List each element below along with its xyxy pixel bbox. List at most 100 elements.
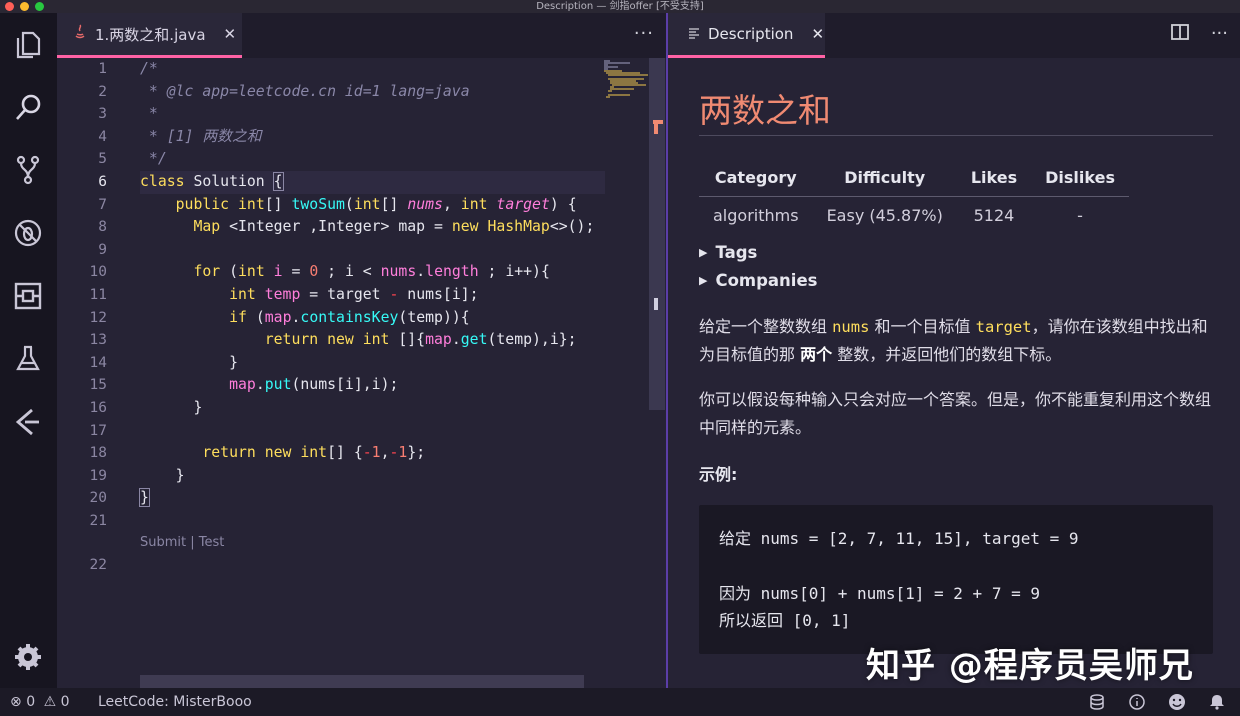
code-token: public bbox=[175, 195, 238, 213]
tab-description[interactable]: Description ✕ bbox=[668, 13, 825, 58]
smiley-icon[interactable] bbox=[1168, 693, 1186, 711]
code-line[interactable]: map.put(nums[i],i); bbox=[140, 374, 398, 397]
files-icon[interactable] bbox=[8, 25, 48, 65]
window-controls bbox=[5, 2, 44, 11]
zoom-window-button[interactable] bbox=[35, 2, 44, 11]
line-number: 16 bbox=[89, 400, 107, 416]
problems-indicator[interactable]: ⊗ 0 ⚠ 0 bbox=[10, 694, 70, 710]
codelens-submit-test[interactable]: Submit | Test bbox=[140, 535, 224, 550]
watermark: 知乎 @程序员吴师兄 bbox=[866, 646, 1194, 686]
code-token: put bbox=[264, 376, 292, 394]
code-line[interactable]: * @lc app=leetcode.cn id=1 lang=java bbox=[140, 81, 470, 104]
status-bar: ⊗ 0 ⚠ 0 LeetCode: MisterBooo bbox=[0, 688, 1240, 716]
bell-icon[interactable] bbox=[1208, 693, 1226, 711]
line-number: 19 bbox=[89, 467, 107, 484]
info-icon[interactable] bbox=[1128, 693, 1146, 711]
split-editor-icon[interactable] bbox=[1170, 23, 1189, 46]
vertical-scrollbar[interactable] bbox=[649, 58, 665, 410]
close-tab-button[interactable]: ✕ bbox=[811, 25, 824, 43]
code-token: ) { bbox=[549, 195, 577, 213]
table-row: algorithms Easy (45.87%) 5124 - bbox=[699, 197, 1129, 235]
database-icon[interactable] bbox=[1088, 693, 1106, 711]
code-line[interactable]: for (int i = 0 ; i < nums.length ; i++){ bbox=[140, 261, 550, 284]
code-line[interactable]: class Solution { bbox=[140, 171, 284, 194]
leetcode-icon[interactable] bbox=[8, 402, 48, 442]
code-line[interactable]: Map <Integer ,Integer> map = new HashMap… bbox=[140, 216, 594, 239]
code-token: map bbox=[425, 331, 452, 349]
problem-title: 两数之和 bbox=[699, 91, 831, 130]
source-control-icon[interactable] bbox=[8, 150, 48, 190]
code-token: [] { bbox=[327, 444, 363, 462]
code-line[interactable]: return new int []{map.get(temp),i}; bbox=[140, 329, 577, 352]
code-line[interactable]: } bbox=[140, 352, 238, 375]
code-token: map bbox=[264, 308, 292, 326]
code-line[interactable]: } bbox=[140, 465, 185, 488]
code-token: twoSum bbox=[291, 195, 345, 213]
table-header: Dislikes bbox=[1031, 159, 1129, 197]
test-flask-icon[interactable] bbox=[8, 339, 48, 379]
code-token: int bbox=[362, 331, 399, 349]
debug-icon[interactable] bbox=[8, 213, 48, 253]
code-token: } bbox=[140, 353, 238, 371]
line-number: 14 bbox=[89, 354, 107, 371]
code-token: } bbox=[140, 466, 185, 484]
code-editor[interactable]: 1 2 3 4 5 6 7 8 9 10 11 12 13 14 15 16 17 18 19 20 21 /* * @… bbox=[57, 58, 666, 688]
code-line[interactable]: */ bbox=[140, 148, 167, 171]
horizontal-scrollbar[interactable] bbox=[140, 675, 584, 688]
code-token: (temp)){ bbox=[398, 308, 470, 326]
error-icon: ⊗ bbox=[10, 694, 22, 710]
code-token: 1 bbox=[398, 444, 408, 462]
code-line[interactable]: } bbox=[139, 487, 150, 510]
code-token: - bbox=[362, 444, 372, 462]
text: 和一个目标值 bbox=[869, 317, 976, 336]
preview-actions: ··· bbox=[1170, 23, 1228, 46]
close-tab-button[interactable]: ✕ bbox=[224, 25, 237, 43]
code-token: int bbox=[229, 286, 265, 303]
gear-icon[interactable] bbox=[8, 637, 48, 677]
java-icon bbox=[73, 24, 87, 44]
code-token: = bbox=[282, 263, 310, 281]
tags-toggle[interactable]: ▶ Tags bbox=[699, 243, 757, 262]
code-line[interactable]: /* bbox=[140, 58, 158, 81]
minimize-window-button[interactable] bbox=[20, 2, 29, 11]
extensions-icon[interactable] bbox=[8, 276, 48, 316]
status-right-icons bbox=[1088, 693, 1226, 711]
more-actions-button[interactable]: ··· bbox=[1211, 23, 1228, 46]
triangle-right-icon: ▶ bbox=[699, 274, 708, 287]
code-token: get bbox=[460, 331, 488, 349]
error-count: 0 bbox=[26, 694, 36, 710]
minimap[interactable] bbox=[604, 58, 650, 98]
code-token: ; i < bbox=[318, 263, 381, 281]
preview-icon bbox=[688, 25, 700, 43]
line-number: 5 bbox=[98, 151, 107, 168]
code-token: int bbox=[300, 444, 328, 462]
code-token: = target bbox=[300, 286, 390, 303]
search-icon[interactable] bbox=[8, 88, 48, 128]
code-line[interactable]: return new int[] {-1,-1}; bbox=[140, 442, 425, 465]
tab-java-file[interactable]: 1.两数之和.java ✕ bbox=[57, 13, 242, 58]
line-number: 13 bbox=[89, 332, 107, 349]
code-line[interactable]: public int[] twoSum(int[] nums, int targ… bbox=[140, 194, 577, 217]
code-line[interactable]: * [1] 两数之和 bbox=[140, 126, 262, 149]
code-line[interactable]: if (map.containsKey(temp)){ bbox=[140, 307, 470, 330]
example-line: 所以返回 [0, 1] bbox=[719, 611, 851, 630]
code-token: }; bbox=[407, 444, 426, 462]
code-token: ; i++){ bbox=[478, 263, 550, 281]
preview-tab-bar: Description ✕ ··· bbox=[668, 13, 1240, 58]
code-token: . bbox=[255, 376, 265, 394]
code-line[interactable]: int temp = target - nums[i]; bbox=[140, 284, 478, 307]
leetcode-account[interactable]: LeetCode: MisterBooo bbox=[98, 694, 252, 710]
line-number: 21 bbox=[89, 513, 107, 529]
line-number: 15 bbox=[89, 377, 107, 394]
code-line[interactable]: * bbox=[140, 103, 158, 126]
close-window-button[interactable] bbox=[5, 2, 14, 11]
more-actions-button[interactable]: ··· bbox=[634, 23, 654, 44]
window-title: Description — 剑指offer [不受支持] bbox=[536, 1, 704, 12]
code-line[interactable]: } bbox=[140, 397, 202, 420]
line-number: 10 bbox=[89, 264, 107, 281]
companies-toggle[interactable]: ▶ Companies bbox=[699, 271, 817, 290]
table-cell: 5124 bbox=[973, 206, 1015, 225]
line-number: 2 bbox=[98, 83, 107, 100]
